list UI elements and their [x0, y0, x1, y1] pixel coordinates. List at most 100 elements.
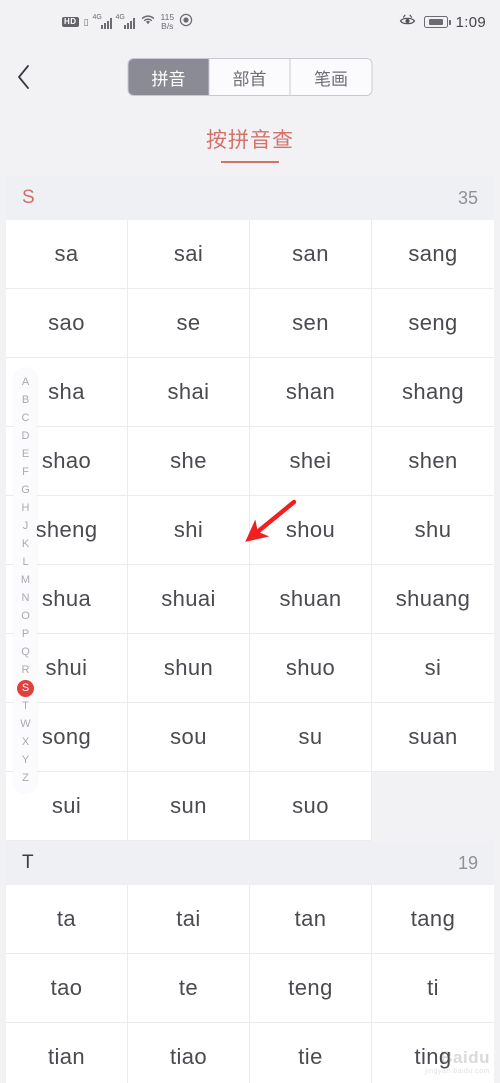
shield-icon [179, 13, 193, 32]
pinyin-cell[interactable]: teng [250, 954, 372, 1023]
alpha-index-q[interactable]: Q [17, 644, 34, 661]
pinyin-cell[interactable]: tie [250, 1023, 372, 1083]
alpha-index-l[interactable]: L [17, 554, 34, 571]
pinyin-cell[interactable]: ta [6, 885, 128, 954]
alpha-index-j[interactable]: J [17, 518, 34, 535]
pinyin-cell[interactable]: shen [372, 427, 494, 496]
pinyin-cell[interactable]: te [128, 954, 250, 1023]
alpha-index-t[interactable]: T [17, 698, 34, 715]
pinyin-cell[interactable]: tao [6, 954, 128, 1023]
clock: 1:09 [455, 13, 486, 31]
nav-bar: 拼音 部首 笔画 [0, 44, 500, 110]
pinyin-cell[interactable]: seng [372, 289, 494, 358]
alpha-index-z[interactable]: Z [17, 770, 34, 787]
alphabet-index[interactable]: ABCDEFGHJKLMNOPQRSTWXYZ [14, 368, 37, 793]
alpha-index-m[interactable]: M [17, 572, 34, 589]
pinyin-cell[interactable]: su [250, 703, 372, 772]
section-header: T 19 [6, 841, 494, 885]
pinyin-cell[interactable]: suan [372, 703, 494, 772]
network-type-label: 4G [92, 14, 102, 21]
alpha-index-d[interactable]: D [17, 428, 34, 445]
pinyin-cell[interactable]: shang [372, 358, 494, 427]
alpha-index-y[interactable]: Y [17, 752, 34, 769]
pinyin-cell[interactable]: san [250, 220, 372, 289]
pinyin-grid: ta tai tan tang tao te teng ti tian tiao tie ting [6, 885, 494, 1083]
page-title-area: 按拼音查 [0, 110, 500, 176]
alpha-index-e[interactable]: E [17, 446, 34, 463]
pinyin-cell[interactable]: shan [250, 358, 372, 427]
signal-icon: 4G [92, 14, 112, 29]
pinyin-cell[interactable]: sou [128, 703, 250, 772]
alpha-index-w[interactable]: W [17, 716, 34, 733]
pinyin-cell[interactable]: shai [128, 358, 250, 427]
alpha-index-o[interactable]: O [17, 608, 34, 625]
alpha-index-c[interactable]: C [17, 410, 34, 427]
alpha-index-p[interactable]: P [17, 626, 34, 643]
alpha-index-x[interactable]: X [17, 734, 34, 751]
pinyin-cell[interactable]: tai [128, 885, 250, 954]
pinyin-cell[interactable]: shuang [372, 565, 494, 634]
section-count: 19 [457, 852, 478, 873]
eye-comfort-icon [399, 13, 416, 32]
alpha-index-s[interactable]: S [17, 680, 34, 697]
signal-icon-2: 4G [115, 14, 135, 29]
pinyin-cell[interactable]: se [128, 289, 250, 358]
alpha-index-a[interactable]: A [17, 374, 34, 391]
pinyin-cell[interactable]: si [372, 634, 494, 703]
chevron-left-icon [18, 65, 29, 89]
pinyin-cell[interactable]: shei [250, 427, 372, 496]
pinyin-cell[interactable]: tiao [128, 1023, 250, 1083]
alpha-index-g[interactable]: G [17, 482, 34, 499]
hd-icon: HD [62, 16, 79, 28]
pinyin-cell[interactable]: sa [6, 220, 128, 289]
page-title: 按拼音查 [206, 128, 294, 152]
tab-strokes[interactable]: 笔画 [290, 59, 372, 95]
pinyin-cell-empty [372, 772, 494, 841]
title-underline [221, 160, 279, 163]
pinyin-cell[interactable]: shu [372, 496, 494, 565]
wifi-icon [140, 13, 156, 31]
status-bar-left-icons: HD ▯ 4G 4G 115 B/s [62, 13, 193, 32]
status-bar: HD ▯ 4G 4G 115 B/s 1:09 [0, 0, 500, 44]
network-type-label-2: 4G [115, 14, 125, 21]
battery-charging-icon [423, 16, 451, 28]
section-letter: S [22, 187, 35, 208]
status-bar-right-icons: 1:09 [399, 13, 486, 32]
pinyin-cell[interactable]: shou [250, 496, 372, 565]
alpha-index-b[interactable]: B [17, 392, 34, 409]
pinyin-cell[interactable]: sun [128, 772, 250, 841]
alpha-index-r[interactable]: R [17, 662, 34, 679]
alpha-index-n[interactable]: N [17, 590, 34, 607]
pinyin-cell[interactable]: sen [250, 289, 372, 358]
pinyin-cell[interactable]: tian [6, 1023, 128, 1083]
network-speed-unit: B/s [161, 21, 174, 31]
pinyin-cell[interactable]: shi [128, 496, 250, 565]
network-speed: 115 B/s [161, 13, 175, 31]
pinyin-cell[interactable]: shun [128, 634, 250, 703]
section-header: S 35 [6, 176, 494, 220]
tab-radical[interactable]: 部首 [209, 59, 291, 95]
alpha-index-h[interactable]: H [17, 500, 34, 517]
pinyin-cell[interactable]: tang [372, 885, 494, 954]
pinyin-cell[interactable]: suo [250, 772, 372, 841]
tab-pinyin[interactable]: 拼音 [128, 59, 210, 95]
pinyin-list[interactable]: S 35 sa sai san sang sao se sen seng sha shai shan sh… [0, 176, 500, 1083]
search-mode-tabs: 拼音 部首 笔画 [127, 58, 373, 96]
alpha-index-k[interactable]: K [17, 536, 34, 553]
pinyin-cell[interactable]: sang [372, 220, 494, 289]
pinyin-cell[interactable]: shuo [250, 634, 372, 703]
pinyin-cell[interactable]: sai [128, 220, 250, 289]
pinyin-cell[interactable]: tan [250, 885, 372, 954]
pinyin-grid: sa sai san sang sao se sen seng sha shai shan shang… [6, 220, 494, 841]
pinyin-cell[interactable]: ting [372, 1023, 494, 1083]
back-button[interactable] [16, 57, 52, 97]
pinyin-cell[interactable]: shuan [250, 565, 372, 634]
alpha-index-f[interactable]: F [17, 464, 34, 481]
section-count: 35 [457, 187, 478, 208]
pinyin-cell[interactable]: ti [372, 954, 494, 1023]
pinyin-cell[interactable]: sao [6, 289, 128, 358]
pinyin-cell[interactable]: shuai [128, 565, 250, 634]
pinyin-cell[interactable]: she [128, 427, 250, 496]
section-letter: T [22, 852, 34, 873]
app-screen: HD ▯ 4G 4G 115 B/s 1:09 拼音 部首 笔画 按拼音查 S … [0, 0, 500, 1083]
